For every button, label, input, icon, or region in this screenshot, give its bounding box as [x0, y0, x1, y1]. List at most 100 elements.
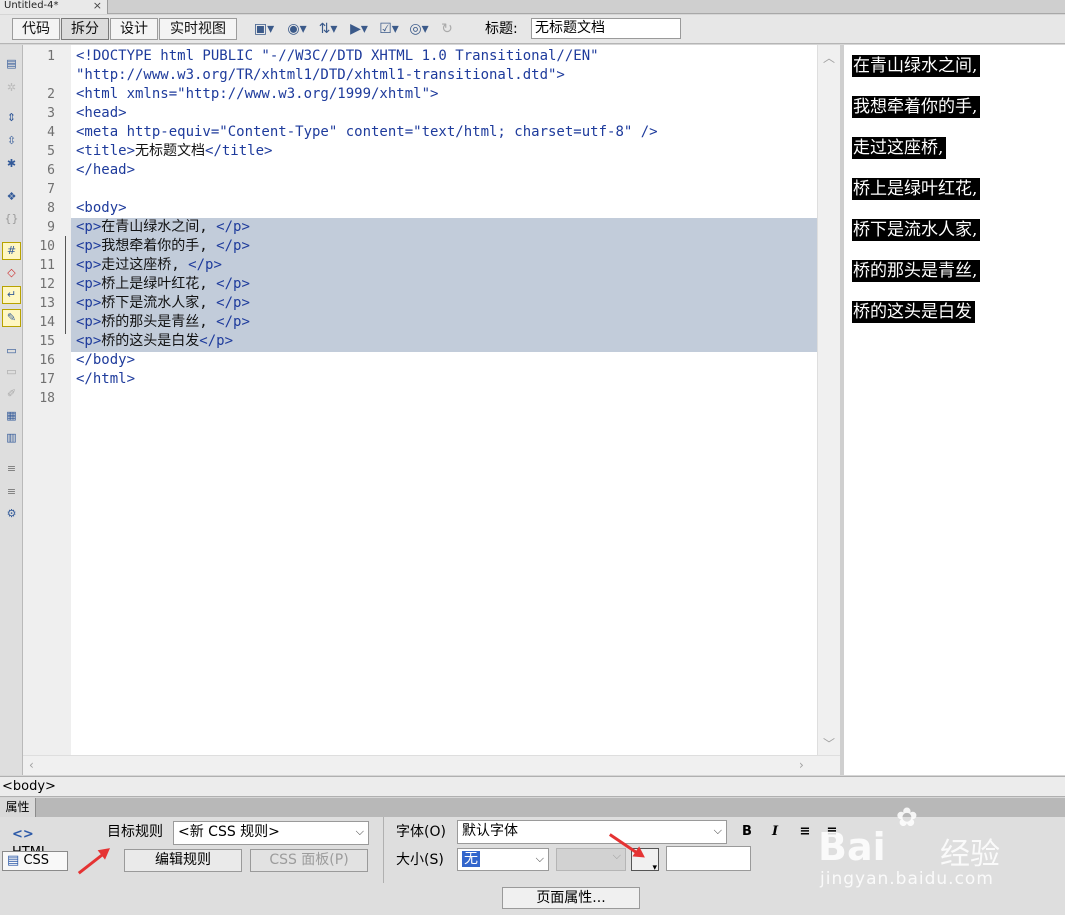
- css-mode-button[interactable]: ▤ CSS: [2, 851, 68, 871]
- code-tag: </p>: [216, 219, 250, 235]
- code-line[interactable]: <p>在青山绿水之间, </p>: [76, 218, 250, 237]
- design-view[interactable]: 在青山绿水之间, 我想牵着你的手, 走过这座桥, 桥上是绿叶红花, 桥下是流水人…: [844, 45, 1065, 775]
- browser-preview-icon[interactable]: ◉▾: [286, 19, 308, 39]
- preview-paragraph[interactable]: 我想牵着你的手,: [852, 96, 981, 118]
- paw-icon: ✿: [896, 803, 918, 833]
- open-documents-icon[interactable]: ▤: [2, 55, 21, 73]
- code-tag: <p>: [76, 257, 102, 273]
- check-compat-icon[interactable]: ☑▾: [378, 19, 400, 39]
- line-number: 5: [47, 144, 55, 159]
- properties-tab[interactable]: 属性: [0, 798, 36, 817]
- recent-snippets-icon[interactable]: ▦: [2, 407, 21, 425]
- code-line[interactable]: <p>走过这座桥, </p>: [76, 256, 222, 275]
- font-select[interactable]: 默认字体 ⌵: [457, 820, 727, 844]
- collapse-full-tag-icon[interactable]: ⇕: [2, 109, 21, 127]
- align-left-icon[interactable]: ≡: [795, 822, 815, 842]
- code-line[interactable]: <p>桥下是流水人家, </p>: [76, 294, 250, 313]
- code-line[interactable]: <!DOCTYPE html PUBLIC "-//W3C//DTD XHTML…: [76, 47, 599, 66]
- bold-button[interactable]: B: [737, 822, 757, 842]
- refresh-icon[interactable]: ↻: [436, 19, 458, 39]
- wrap-tag-icon[interactable]: ✐: [2, 385, 21, 403]
- size-label: 大小(S): [396, 852, 444, 868]
- code-line[interactable]: <meta http-equiv="Content-Type" content=…: [76, 123, 658, 142]
- line-number: 2: [47, 87, 55, 102]
- page-properties-button[interactable]: 页面属性...: [502, 887, 640, 909]
- visual-aids-icon[interactable]: ◎▾: [408, 19, 430, 39]
- code-line[interactable]: <p>我想牵着你的手, </p>: [76, 237, 250, 256]
- code-line[interactable]: <head>: [76, 104, 127, 123]
- outdent-code-icon[interactable]: ≡: [2, 483, 21, 501]
- code-tag: </p>: [216, 276, 250, 292]
- code-editor[interactable]: <!DOCTYPE html PUBLIC "-//W3C//DTD XHTML…: [71, 45, 817, 755]
- select-parent-tag-icon[interactable]: ❖: [2, 188, 21, 206]
- view-split-button[interactable]: 拆分: [61, 18, 109, 40]
- italic-button[interactable]: I: [765, 822, 785, 842]
- show-code-navigator-icon[interactable]: ✲: [2, 79, 21, 97]
- collapse-selection-icon[interactable]: ⇳: [2, 132, 21, 150]
- code-line[interactable]: </body>: [76, 351, 135, 370]
- preview-paragraph[interactable]: 桥的那头是青丝,: [852, 260, 981, 282]
- code-line[interactable]: <p>桥上是绿叶红花, </p>: [76, 275, 250, 294]
- view-code-button[interactable]: 代码: [12, 18, 60, 40]
- format-source-icon[interactable]: ⚙: [2, 505, 21, 523]
- word-wrap-icon[interactable]: ↵: [2, 286, 21, 304]
- chevron-down-icon: ⌵: [713, 824, 722, 837]
- validate-icon[interactable]: ▶▾: [348, 19, 370, 39]
- multiscreen-icon[interactable]: ▣▾: [253, 19, 275, 39]
- code-tag: <p>: [76, 219, 102, 235]
- indent-code-icon[interactable]: ≡: [2, 460, 21, 478]
- scroll-up-icon[interactable]: ︿: [823, 49, 835, 66]
- scroll-down-icon[interactable]: ﹀: [823, 735, 835, 752]
- page-title-label: 标题:: [485, 21, 518, 37]
- scroll-right-icon[interactable]: ›: [799, 758, 804, 772]
- code-line[interactable]: <p>桥的那头是青丝, </p>: [76, 313, 250, 332]
- preview-paragraph[interactable]: 桥下是流水人家,: [852, 219, 981, 241]
- line-number: 10: [39, 239, 55, 254]
- code-line[interactable]: "http://www.w3.org/TR/xhtml1/DTD/xhtml1-…: [76, 66, 565, 85]
- coding-toolbar: ▤ ✲ ⇕ ⇳ ✱ ❖ {} # ◇ ↵ ✎ ▭ ▭ ✐ ▦ ▥ ≡ ≡ ⚙: [0, 45, 23, 775]
- chevron-down-icon: ⌵: [355, 825, 364, 838]
- html-mode-button[interactable]: <> HTML: [12, 826, 67, 860]
- font-label: 字体(O): [396, 824, 446, 840]
- move-css-icon[interactable]: ▥: [2, 429, 21, 447]
- code-line[interactable]: <p>桥的这头是白发</p>: [76, 332, 233, 351]
- code-horizontal-scrollbar[interactable]: ‹ ›: [23, 755, 840, 775]
- file-manage-icon[interactable]: ⇅▾: [317, 19, 339, 39]
- code-tag: </title>: [205, 143, 273, 159]
- view-design-button[interactable]: 设计: [110, 18, 158, 40]
- preview-paragraph[interactable]: 桥上是绿叶红花,: [852, 178, 981, 200]
- code-line[interactable]: </head>: [76, 161, 135, 180]
- document-toolbar: 代码 拆分 设计 实时视图 ▣▾ ◉▾ ⇅▾ ▶▾ ☑▾ ◎▾ ↻ 标题: 无标…: [0, 15, 1065, 44]
- color-hex-input[interactable]: [666, 846, 751, 871]
- size-select[interactable]: 无 ⌵: [457, 848, 549, 871]
- document-tab[interactable]: Untitled-4* ×: [0, 0, 108, 14]
- target-rule-select[interactable]: <新 CSS 规则> ⌵: [173, 821, 369, 845]
- code-line[interactable]: <body>: [76, 199, 127, 218]
- edit-rule-button[interactable]: 编辑规则: [124, 849, 242, 872]
- code-text: 桥的那头是青丝,: [101, 314, 217, 330]
- size-unit-select[interactable]: ⌵: [556, 848, 626, 871]
- code-vertical-scrollbar[interactable]: ︿ ﹀: [817, 45, 840, 755]
- highlight-invalid-code-icon[interactable]: ◇: [2, 264, 21, 282]
- tag-selector[interactable]: <body>: [2, 779, 56, 794]
- scroll-left-icon[interactable]: ‹: [29, 758, 34, 772]
- expand-all-icon[interactable]: ✱: [2, 155, 21, 173]
- code-tag: <p>: [76, 295, 102, 311]
- css-panel-button[interactable]: CSS 面板(P): [250, 849, 368, 872]
- code-tag: </p>: [188, 257, 222, 273]
- code-line[interactable]: <title>无标题文档</title>: [76, 142, 272, 161]
- code-line[interactable]: <html xmlns="http://www.w3.org/1999/xhtm…: [76, 85, 438, 104]
- syntax-coloring-icon[interactable]: ✎: [2, 309, 21, 327]
- preview-paragraph[interactable]: 在青山绿水之间,: [852, 55, 981, 77]
- preview-paragraph[interactable]: 走过这座桥,: [852, 137, 947, 159]
- apply-comment-icon[interactable]: ▭: [2, 342, 21, 360]
- code-line[interactable]: </html>: [76, 370, 135, 389]
- line-number: 11: [39, 258, 55, 273]
- remove-comment-icon[interactable]: ▭: [2, 363, 21, 381]
- close-icon[interactable]: ×: [93, 0, 102, 12]
- preview-paragraph[interactable]: 桥的这头是白发: [852, 301, 975, 323]
- page-title-input[interactable]: 无标题文档: [531, 18, 681, 39]
- line-numbers-icon[interactable]: #: [2, 242, 21, 260]
- balance-braces-icon[interactable]: {}: [2, 210, 21, 228]
- view-live-button[interactable]: 实时视图: [159, 18, 237, 40]
